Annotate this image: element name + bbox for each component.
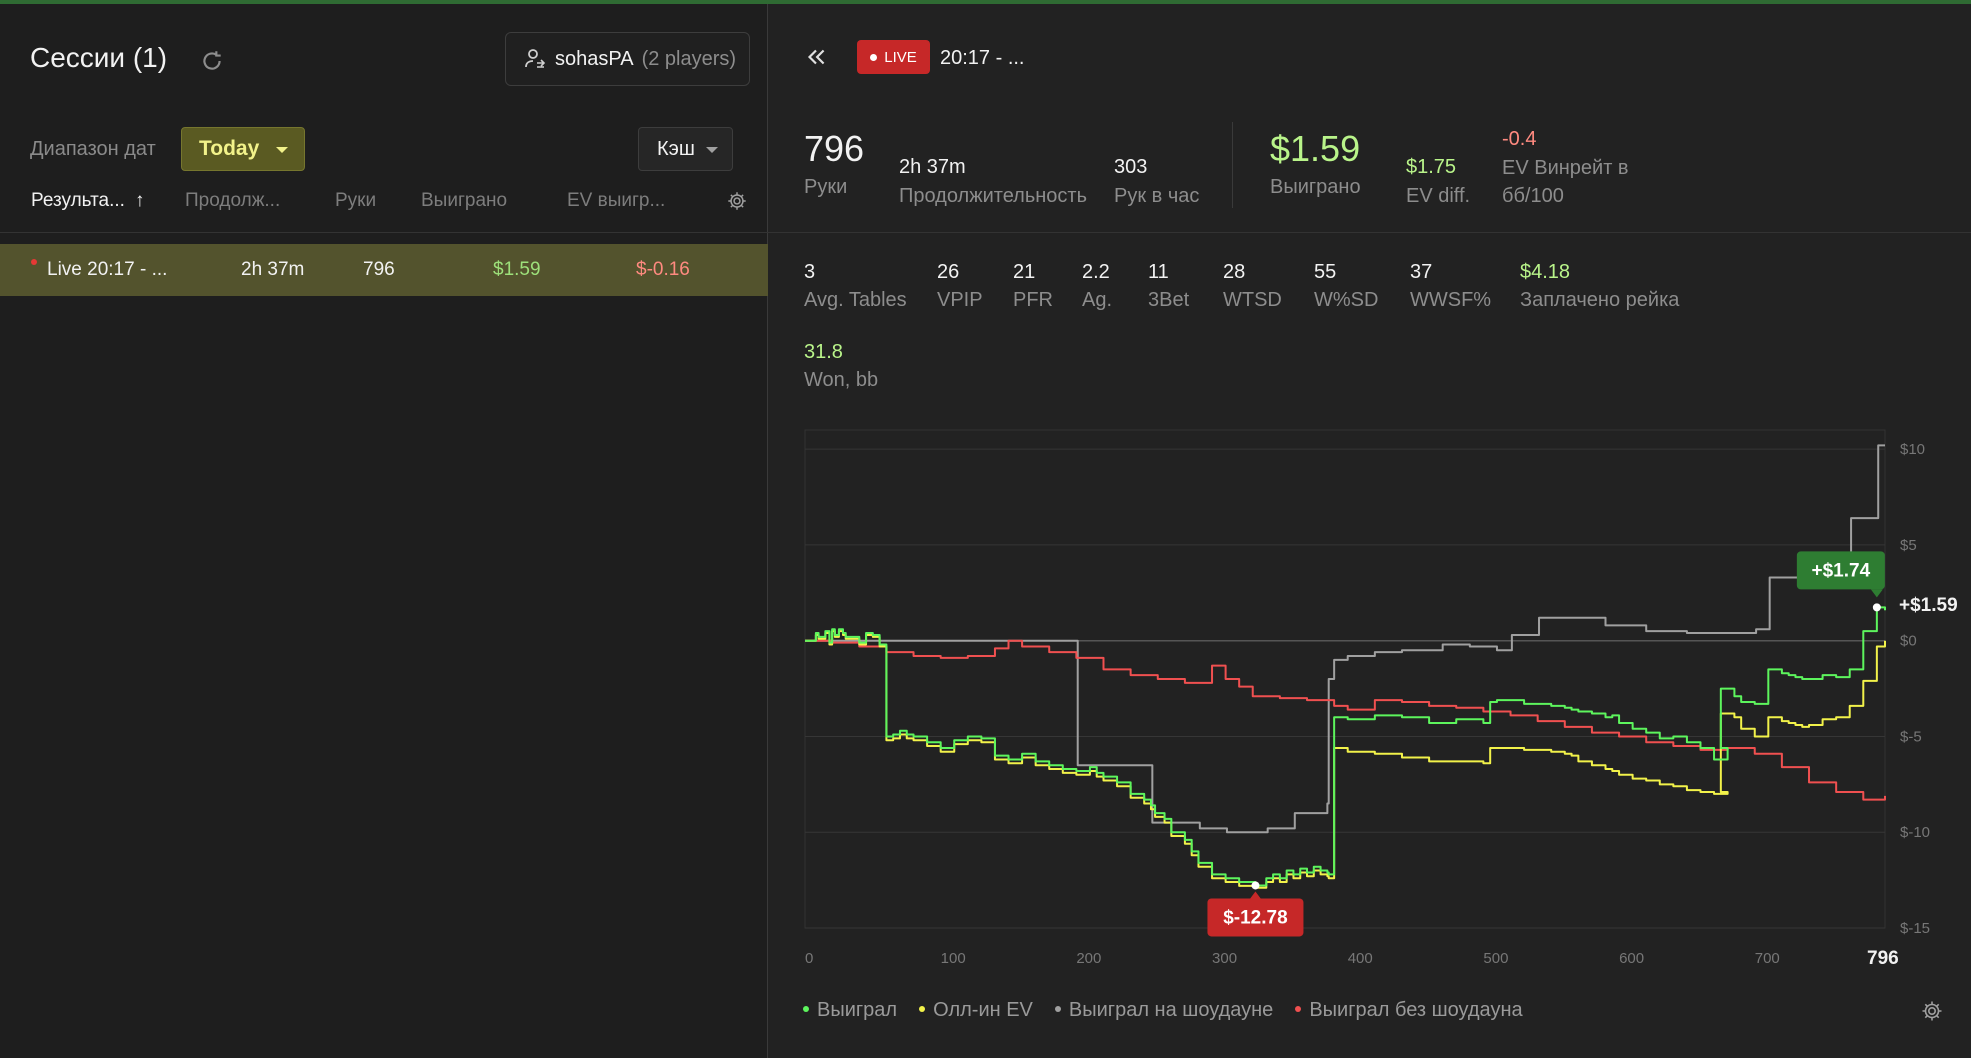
y-tick-label: $-15 [1900,920,1930,937]
legend-item-won[interactable]: Выиграл [803,999,897,1022]
x-tick-label: 500 [1483,950,1508,967]
series-line-2 [805,444,1885,834]
min-point-marker [1251,881,1260,890]
legend-item-showdown[interactable]: Выиграл на шоудауне [1054,999,1274,1022]
series-line-3 [805,639,1886,801]
legend-dot-icon [919,1005,926,1012]
y-tick-label: $10 [1900,441,1925,458]
legend-label: Выиграл без шоудауна [1309,999,1523,1021]
min-label: $-12.78 [1223,907,1287,928]
y-tick-label: $0 [1900,633,1917,650]
max-point-marker [1872,603,1881,612]
legend-dot-icon [1054,1005,1061,1012]
x-tick-label: 300 [1212,950,1237,967]
y-tick-label: $-5 [1900,728,1922,745]
chart-legend: Выиграл Олл-ин EV Выиграл на шоудауне Вы… [803,999,1523,1022]
series-line-0 [805,606,1886,887]
x-tick-label: 0 [805,950,813,967]
legend-label: Олл-ин EV [933,999,1033,1021]
end-value-label: +$1.59 [1899,595,1958,616]
profit-chart: $10 $5 $0 $-5 $-10 $-15 0 100 200 300 400 500 600 700… [804,429,1958,969]
legend-item-allin-ev[interactable]: Олл-ин EV [919,999,1033,1022]
legend-dot-icon [803,1005,809,1012]
legend-label: Выиграл на шоудауне [1068,999,1274,1021]
max-label: +$1.74 [1812,560,1871,581]
x-tick-label: 400 [1348,950,1373,967]
plot-frame [804,429,1886,929]
legend-dot-icon [1295,1005,1302,1012]
legend-item-non-showdown[interactable]: Выиграл без шоудауна [1295,999,1523,1022]
x-tick-label: 100 [941,950,966,967]
x-tick-label: 700 [1755,950,1780,967]
legend-label: Выиграл [817,999,898,1021]
y-tick-label: $-10 [1900,824,1930,841]
max-label-pointer [1870,589,1883,598]
min-label-pointer [1249,891,1262,900]
y-tick-label: $5 [1900,537,1917,554]
x-tick-label: 600 [1619,950,1644,967]
x-tick-label-last: 796 [1867,948,1899,969]
x-tick-label: 200 [1076,950,1101,967]
gear-icon[interactable] [1920,999,1944,1023]
